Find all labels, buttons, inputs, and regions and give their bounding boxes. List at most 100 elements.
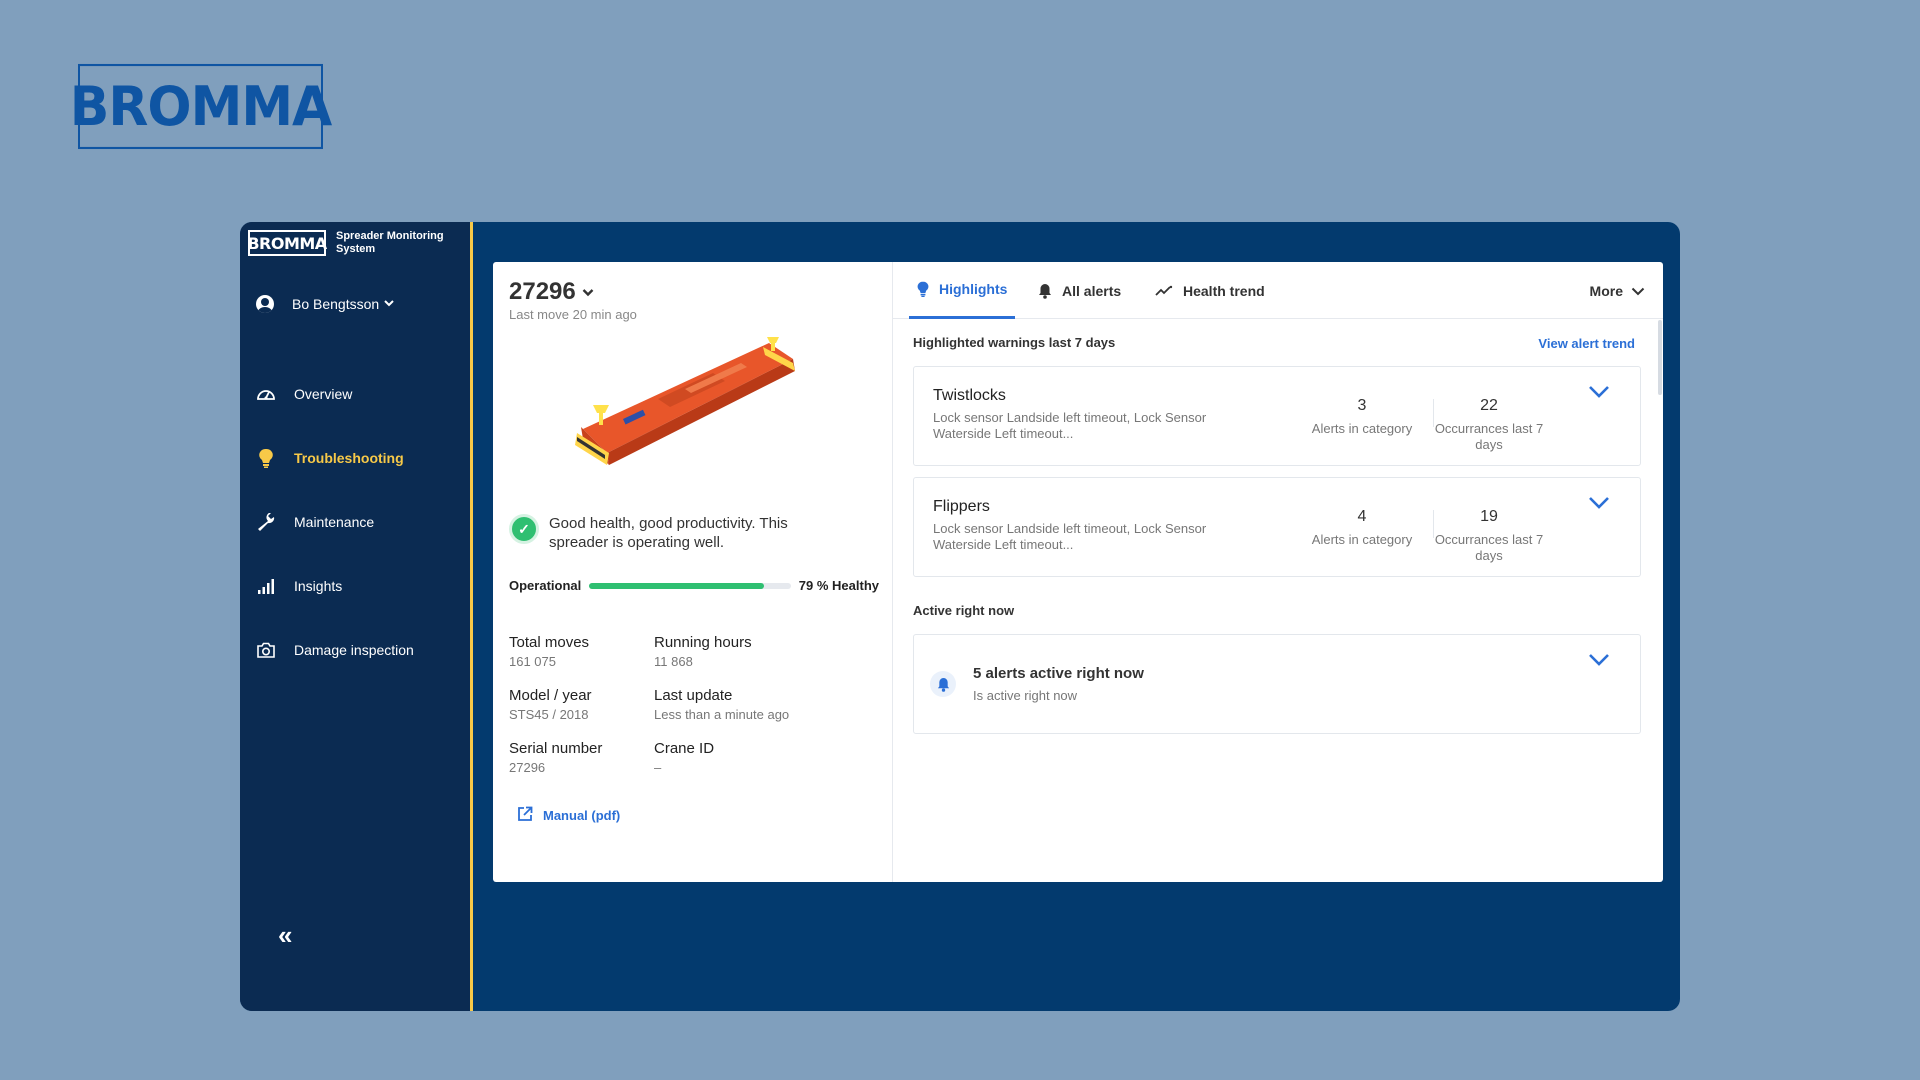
spec-key: Total moves	[509, 634, 590, 651]
sidebar-item-label: Overview	[294, 386, 353, 402]
external-link-icon	[517, 806, 533, 825]
gauge-icon	[256, 384, 276, 404]
alert-description: Lock sensor Landside left timeout, Lock …	[933, 410, 1207, 441]
alerts-count-stat: 4 Alerts in category	[1307, 508, 1417, 548]
alert-category-name: Twistlocks	[933, 387, 1006, 404]
sidebar-nav: Overview Troubleshooting Maintenance Ins…	[240, 362, 470, 682]
spec-key: Serial number	[509, 740, 603, 757]
alerts-count-label: Alerts in category	[1311, 421, 1413, 436]
tab-label: All alerts	[1062, 282, 1122, 299]
spec-grid: Total moves 161 075 Running hours 11 868 M…	[509, 634, 854, 775]
unit-selector[interactable]: 27296	[509, 278, 594, 306]
unit-id: 27296	[509, 278, 576, 305]
alert-description: Lock sensor Landside left timeout, Lock …	[933, 521, 1207, 552]
bell-icon	[1038, 283, 1052, 299]
camera-icon	[256, 640, 276, 660]
check-circle-icon: ✓	[509, 514, 539, 544]
chevron-down-icon	[384, 299, 394, 310]
app-title: Spreader Monitoring System	[336, 230, 444, 255]
sidebar-brand: BROMMA Spreader Monitoring System	[247, 230, 446, 256]
lightbulb-icon	[256, 448, 276, 468]
lightbulb-icon	[917, 281, 929, 297]
last-move-text: Last move 20 min ago	[509, 307, 637, 322]
spreader-image	[575, 337, 795, 465]
tab-label: Health trend	[1183, 282, 1265, 299]
spec-serial-number: Serial number 27296	[509, 740, 654, 775]
occurrences-count: 19	[1480, 508, 1498, 525]
health-progress-fill	[589, 582, 765, 589]
wrench-icon	[256, 512, 276, 532]
user-name: Bo Bengtsson	[292, 296, 380, 312]
expand-chevron-icon[interactable]	[1588, 496, 1610, 515]
view-alert-trend-link[interactable]: View alert trend	[1538, 336, 1635, 351]
spec-key: Model / year	[509, 687, 592, 704]
spec-value: 27296	[509, 760, 546, 775]
bar-signal-icon	[256, 576, 276, 596]
scrollbar[interactable]	[1657, 320, 1663, 620]
alerts-count: 4	[1357, 508, 1367, 525]
alerts-count-stat: 3 Alerts in category	[1307, 397, 1417, 437]
sidebar-item-overview[interactable]: Overview	[240, 362, 470, 426]
health-bar-row: Operational 79 % Healthy	[509, 578, 879, 593]
more-menu-button[interactable]: More	[1590, 262, 1645, 319]
trend-icon	[1155, 285, 1173, 297]
bell-icon	[930, 671, 956, 697]
sidebar-item-troubleshooting[interactable]: Troubleshooting	[240, 426, 470, 490]
sidebar-item-label: Insights	[294, 578, 343, 594]
occurrences-label: Occurrances last 7 days	[1434, 421, 1544, 452]
health-progress-bar	[589, 582, 791, 589]
health-percentage: 79 % Healthy	[798, 578, 879, 593]
status-label: Operational	[509, 578, 582, 593]
health-summary: ✓ Good health, good productivity. This s…	[509, 514, 819, 552]
occurrences-stat: 19 Occurrances last 7 days	[1434, 508, 1544, 564]
tab-health-trend[interactable]: Health trend	[1155, 262, 1265, 319]
sidebar-item-label: Maintenance	[294, 514, 375, 530]
spec-model-year: Model / year STS45 / 2018	[509, 687, 654, 722]
app-window: BROMMA Spreader Monitoring System Bo Ben…	[240, 222, 1680, 1011]
collapse-sidebar-button[interactable]: «	[278, 920, 292, 951]
user-avatar-icon	[256, 295, 274, 313]
alert-card-flippers[interactable]: Flippers Lock sensor Landside left timeo…	[913, 477, 1641, 577]
expand-chevron-icon[interactable]	[1588, 653, 1610, 672]
tab-highlights[interactable]: Highlights	[909, 262, 1016, 319]
sidebar-item-label: Damage inspection	[294, 642, 414, 658]
chevron-down-icon	[1631, 283, 1645, 299]
occurrences-count: 22	[1480, 397, 1498, 414]
sidebar-logo: BROMMA	[247, 230, 327, 256]
manual-link-label: Manual (pdf)	[543, 808, 621, 823]
sidebar: BROMMA Spreader Monitoring System Bo Ben…	[240, 222, 473, 1011]
main-card: 27296 Last move 20 min ago ✓ Good health…	[493, 262, 1663, 882]
occurrences-label: Occurrances last 7 days	[1434, 532, 1544, 563]
sidebar-item-insights[interactable]: Insights	[240, 554, 470, 618]
tab-label: Highlights	[939, 281, 1008, 297]
spec-value: –	[654, 760, 662, 775]
alerts-panel: Highlights All alerts Health trend More	[893, 262, 1663, 882]
active-alerts-card[interactable]: 5 alerts active right now Is active righ…	[913, 634, 1641, 734]
alert-category-name: Flippers	[933, 498, 990, 515]
more-label: More	[1589, 282, 1623, 299]
active-alerts-title: 5 alerts active right now	[973, 665, 1144, 682]
spec-crane-id: Crane ID –	[654, 740, 854, 775]
spec-key: Last update	[654, 687, 733, 704]
bromma-logo: BROMMA	[70, 63, 332, 150]
alerts-count-label: Alerts in category	[1311, 532, 1413, 547]
highlighted-warnings-title: Highlighted warnings last 7 days	[913, 335, 1116, 350]
tab-all-alerts[interactable]: All alerts	[1038, 262, 1121, 319]
active-alerts-subtitle: Is active right now	[973, 688, 1078, 703]
scrollbar-thumb[interactable]	[1658, 320, 1662, 395]
user-menu[interactable]: Bo Bengtsson	[256, 295, 394, 313]
spec-key: Running hours	[654, 634, 752, 651]
alert-card-twistlocks[interactable]: Twistlocks Lock sensor Landside left tim…	[913, 366, 1641, 466]
spec-value: 161 075	[509, 654, 556, 669]
active-right-now-title: Active right now	[913, 603, 1015, 618]
tab-bar: Highlights All alerts Health trend More	[893, 262, 1663, 319]
unit-panel: 27296 Last move 20 min ago ✓ Good health…	[493, 262, 893, 882]
expand-chevron-icon[interactable]	[1588, 385, 1610, 404]
manual-link[interactable]: Manual (pdf)	[517, 806, 620, 825]
occurrences-stat: 22 Occurrances last 7 days	[1434, 397, 1544, 453]
sidebar-item-label: Troubleshooting	[294, 450, 404, 466]
sidebar-item-maintenance[interactable]: Maintenance	[240, 490, 470, 554]
spec-key: Crane ID	[654, 740, 715, 757]
sidebar-item-damage-inspection[interactable]: Damage inspection	[240, 618, 470, 682]
spec-total-moves: Total moves 161 075	[509, 634, 654, 669]
